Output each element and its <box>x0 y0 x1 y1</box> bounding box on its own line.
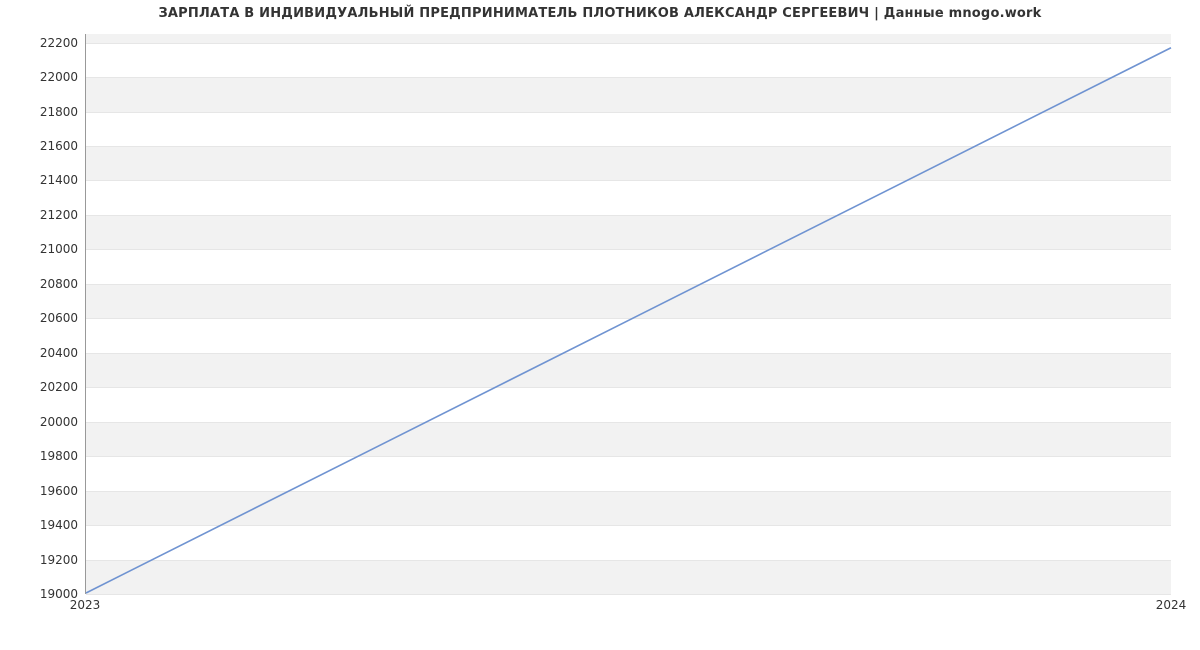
y-tick-label: 20000 <box>40 415 78 429</box>
data-line-layer <box>86 34 1171 593</box>
y-tick-label: 19600 <box>40 484 78 498</box>
y-tick-label: 20800 <box>40 277 78 291</box>
y-tick-label: 22200 <box>40 36 78 50</box>
y-tick-label: 21200 <box>40 208 78 222</box>
salary-line-chart: ЗАРПЛАТА В ИНДИВИДУАЛЬНЫЙ ПРЕДПРИНИМАТЕЛ… <box>0 0 1200 650</box>
y-tick-label: 21400 <box>40 173 78 187</box>
y-tick-label: 20200 <box>40 380 78 394</box>
x-tick-label: 2023 <box>70 598 101 612</box>
y-tick-label: 21800 <box>40 105 78 119</box>
plot-area <box>85 34 1171 594</box>
y-tick-label: 20400 <box>40 346 78 360</box>
series-line <box>86 48 1171 593</box>
y-gridline <box>86 594 1171 595</box>
chart-title: ЗАРПЛАТА В ИНДИВИДУАЛЬНЫЙ ПРЕДПРИНИМАТЕЛ… <box>0 6 1200 21</box>
y-tick-label: 21000 <box>40 242 78 256</box>
x-tick-label: 2024 <box>1156 598 1187 612</box>
y-tick-label: 21600 <box>40 139 78 153</box>
y-tick-label: 19400 <box>40 518 78 532</box>
y-tick-label: 20600 <box>40 311 78 325</box>
y-tick-label: 22000 <box>40 70 78 84</box>
y-tick-label: 19200 <box>40 553 78 567</box>
y-tick-label: 19800 <box>40 449 78 463</box>
